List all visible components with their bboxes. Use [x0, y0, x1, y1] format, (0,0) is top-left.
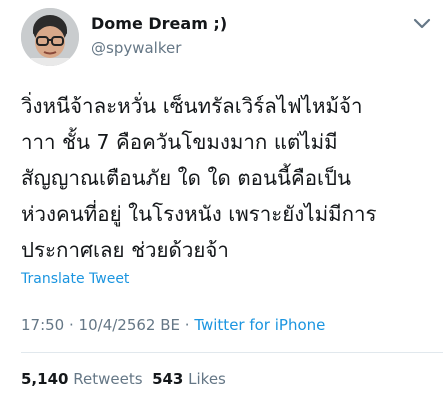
- retweets-stat[interactable]: 5,140 Retweets: [21, 370, 143, 388]
- retweets-label: Retweets: [73, 370, 143, 388]
- avatar[interactable]: [21, 8, 79, 66]
- tweet-stats: 5,140 Retweets 543 Likes: [21, 370, 226, 388]
- avatar-image: [21, 8, 79, 66]
- translate-tweet-link[interactable]: Translate Tweet: [21, 271, 129, 287]
- meta-separator: ·: [180, 316, 195, 334]
- author-display-name[interactable]: Dome Dream ;): [91, 14, 227, 34]
- tweet-text-line: สัญญาณเตือนภัย ใด ใด ตอนนี้คือเป็น: [21, 166, 352, 190]
- tweet-meta: 17:50 · 10/4/2562 BE · Twitter for iPhon…: [21, 316, 325, 334]
- likes-count: 543: [152, 370, 184, 388]
- likes-label: Likes: [188, 370, 226, 388]
- retweets-count: 5,140: [21, 370, 69, 388]
- author-handle[interactable]: @spywalker: [91, 38, 227, 58]
- divider: [21, 352, 443, 353]
- tweet-text-line: าาา ชั้น 7 คือควันโขมงมาก แต่ไม่มี: [21, 130, 338, 154]
- likes-stat[interactable]: 543 Likes: [152, 370, 226, 388]
- tweet-text-line: ประกาศเลย ช่วยด้วยจ้า: [21, 238, 229, 262]
- tweet-source-link[interactable]: Twitter for iPhone: [194, 316, 325, 334]
- meta-separator: ·: [64, 316, 79, 334]
- author-info[interactable]: Dome Dream ;) @spywalker: [91, 14, 227, 58]
- tweet-date: 10/4/2562 BE: [78, 316, 180, 334]
- tweet-text-line: วิ่งหนีจ้าละหวั่น เซ็นทรัลเวิร์ลไฟไหม้จ้…: [21, 94, 363, 118]
- tweet-text: วิ่งหนีจ้าละหวั่น เซ็นทรัลเวิร์ลไฟไหม้จ้…: [21, 88, 436, 268]
- chevron-down-icon[interactable]: [413, 18, 431, 30]
- tweet-time: 17:50: [21, 316, 65, 334]
- tweet-text-line: ห่วงคนที่อยู่ ในโรงหนัง เพราะยังไม่มีการ: [21, 202, 377, 226]
